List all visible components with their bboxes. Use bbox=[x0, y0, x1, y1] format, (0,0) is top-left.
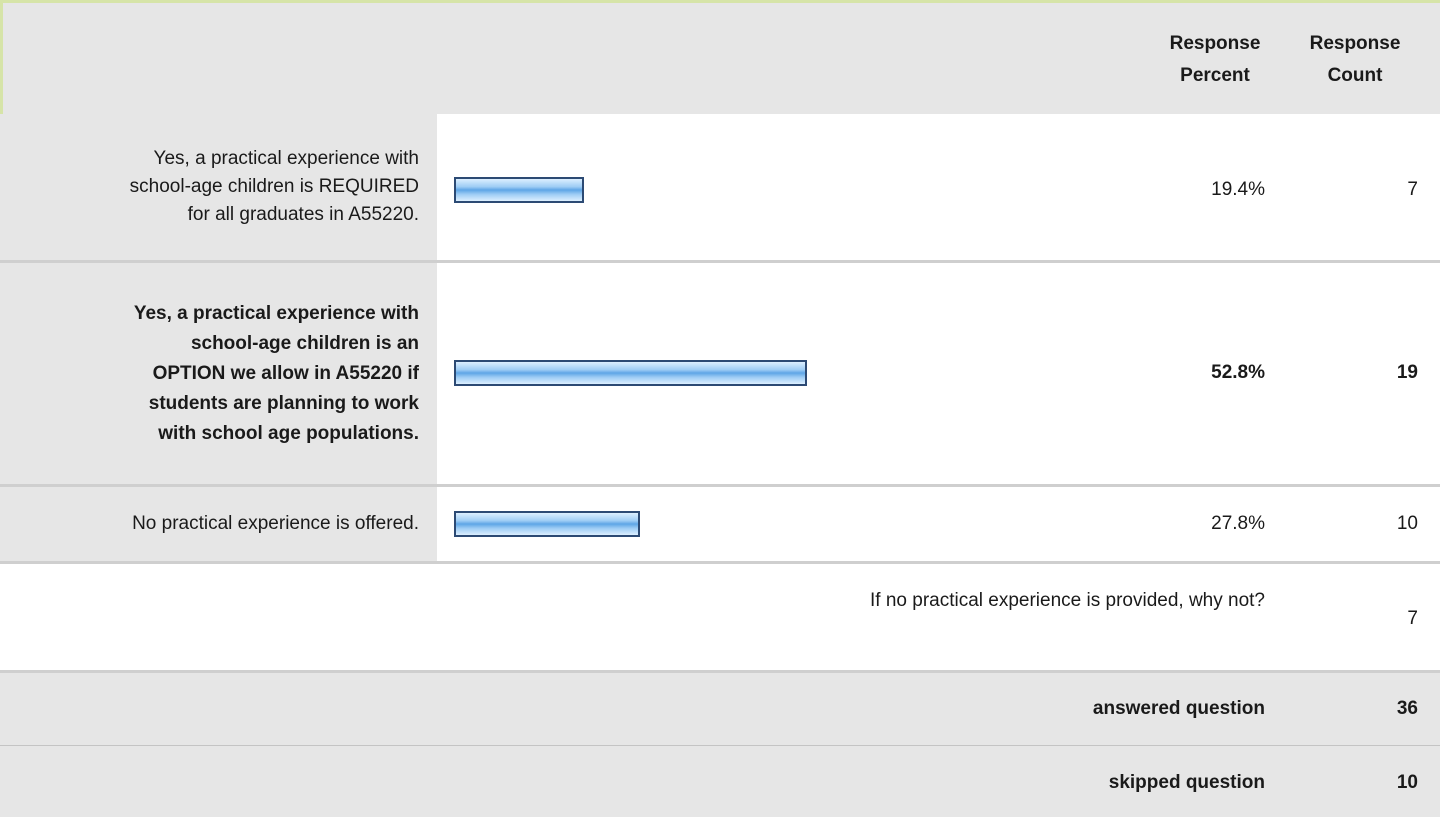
response-count-header: Response Count bbox=[1290, 28, 1420, 92]
skipped-count: 10 bbox=[1396, 772, 1418, 793]
response-count-header-line2: Count bbox=[1327, 65, 1383, 86]
answered-row: answered question 36 bbox=[0, 673, 1440, 745]
answered-count: 36 bbox=[1396, 698, 1418, 719]
response-percent-header-line2: Percent bbox=[1180, 65, 1250, 86]
answer-label-line: Yes, a practical experience with bbox=[153, 148, 419, 169]
answer-label: Yes, a practical experience with school-… bbox=[0, 114, 437, 260]
table-header: Response Percent Response Count bbox=[0, 3, 1440, 114]
count-label: 7 bbox=[1407, 179, 1418, 200]
bar bbox=[454, 511, 640, 537]
count-label: 10 bbox=[1396, 513, 1418, 534]
response-count-header-line1: Response bbox=[1309, 33, 1401, 54]
response-percent-header-line1: Response bbox=[1169, 33, 1261, 54]
answer-label-line: OPTION we allow in A55220 if bbox=[152, 362, 419, 384]
answer-label-line: Yes, a practical experience with bbox=[133, 302, 419, 324]
answer-label: Yes, a practical experience with school-… bbox=[0, 263, 437, 484]
bar bbox=[454, 177, 584, 203]
percent-label: 52.8% bbox=[1211, 362, 1265, 383]
response-percent-header: Response Percent bbox=[1140, 28, 1290, 92]
open-ended-question: If no practical experience is provided, … bbox=[870, 590, 1265, 611]
percent-label: 27.8% bbox=[1211, 513, 1265, 534]
percent-label: 19.4% bbox=[1211, 179, 1265, 200]
answer-label-line: No practical experience is offered. bbox=[132, 513, 419, 534]
bar-area bbox=[437, 114, 1440, 260]
answer-label-line: school-age children is REQUIRED bbox=[129, 176, 419, 197]
left-border bbox=[0, 0, 3, 114]
skipped-row: skipped question 10 bbox=[0, 746, 1440, 817]
answer-label-line: with school age populations. bbox=[158, 422, 419, 444]
answer-label: No practical experience is offered. bbox=[0, 487, 437, 561]
open-ended-row: If no practical experience is provided, … bbox=[0, 564, 1440, 670]
open-ended-count: 7 bbox=[1407, 608, 1418, 629]
answered-label: answered question bbox=[1092, 698, 1265, 719]
answer-label-line: school-age children is an bbox=[190, 332, 419, 354]
count-label: 19 bbox=[1396, 362, 1418, 383]
answer-label-line: students are planning to work bbox=[148, 392, 419, 414]
bar bbox=[454, 360, 807, 386]
skipped-label: skipped question bbox=[1108, 772, 1265, 793]
answer-label-line: for all graduates in A55220. bbox=[187, 204, 419, 225]
